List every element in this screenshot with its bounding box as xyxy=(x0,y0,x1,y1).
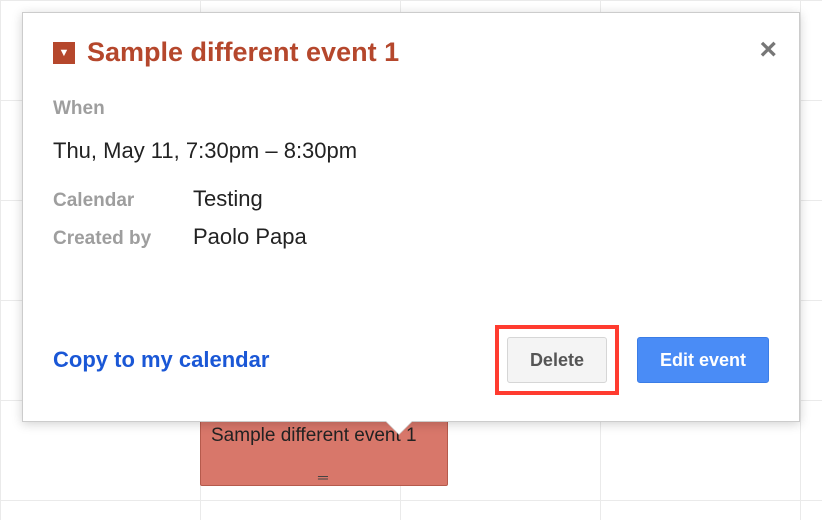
created-by-value: Paolo Papa xyxy=(193,224,769,250)
event-details-popup: × ▼ Sample different event 1 When Thu, M… xyxy=(22,12,800,422)
copy-to-my-calendar-link[interactable]: Copy to my calendar xyxy=(53,347,269,373)
drag-handle-icon[interactable]: ═ xyxy=(314,474,334,480)
when-label: When xyxy=(53,98,769,120)
when-value: Thu, May 11, 7:30pm – 8:30pm xyxy=(53,138,769,164)
delete-button[interactable]: Delete xyxy=(507,337,607,383)
popup-pointer-icon xyxy=(385,420,413,434)
calendar-label: Calendar xyxy=(53,190,193,212)
delete-button-highlight: Delete xyxy=(495,325,619,395)
calendar-color-chip-icon[interactable]: ▼ xyxy=(53,42,75,64)
event-title-row: ▼ Sample different event 1 xyxy=(53,37,769,68)
calendar-value: Testing xyxy=(193,186,769,212)
close-icon[interactable]: × xyxy=(759,35,777,65)
popup-footer: Copy to my calendar Delete Edit event xyxy=(53,325,769,395)
event-title: Sample different event 1 xyxy=(87,37,399,68)
edit-event-button[interactable]: Edit event xyxy=(637,337,769,383)
created-by-label: Created by xyxy=(53,228,193,250)
